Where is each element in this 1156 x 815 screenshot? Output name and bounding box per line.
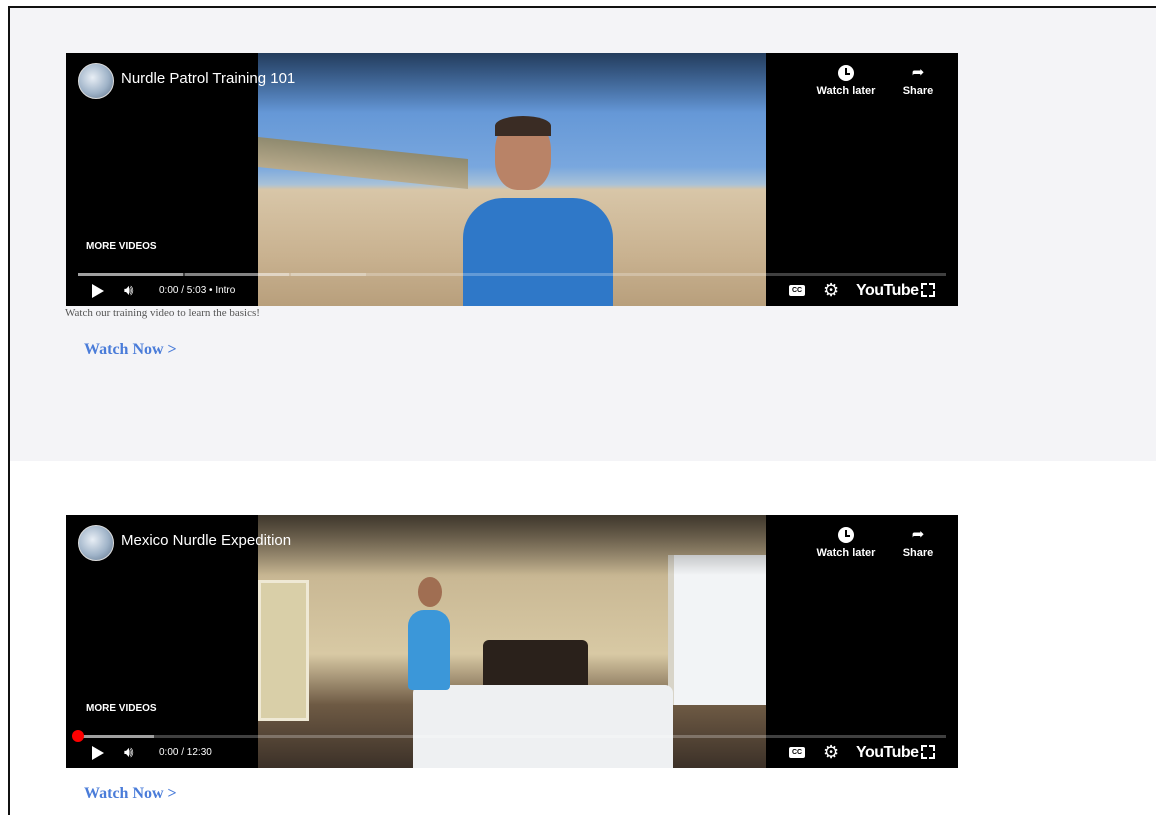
youtube-logo[interactable]: YouTube [856,744,919,762]
volume-icon[interactable]: 🔊︎ [124,282,133,299]
share-arrow-icon: ➦ [911,526,925,543]
window [668,555,766,705]
bed-headboard [483,640,588,690]
volume-icon[interactable]: 🔊︎ [124,744,133,761]
watch-later-button[interactable]: Watch later [811,527,881,559]
time-display: 0:00 / 5:03 • Intro [159,285,236,296]
channel-avatar[interactable] [78,63,114,99]
channel-avatar[interactable] [78,525,114,561]
share-arrow-icon: ➦ [911,64,925,81]
watch-later-label: Watch later [816,85,876,97]
video-player-1[interactable]: Nurdle Patrol Training 101 Watch later ➦… [66,53,958,306]
watch-now-link-1[interactable]: Watch Now > [84,341,177,359]
youtube-logo[interactable]: YouTube [856,282,919,300]
gear-icon[interactable]: ⚙ [823,742,839,763]
player-controls: 🔊︎ 0:00 / 12:30 CC ⚙ YouTube [66,738,958,768]
fullscreen-icon[interactable] [921,745,935,759]
share-label: Share [902,547,934,559]
player-controls: 🔊︎ 0:00 / 5:03 • Intro CC ⚙ YouTube [66,276,958,306]
watch-later-label: Watch later [816,547,876,559]
play-icon[interactable] [92,284,104,298]
sand-dune [258,136,468,190]
video-title[interactable]: Nurdle Patrol Training 101 [121,70,295,87]
captions-icon[interactable]: CC [789,747,805,758]
video-player-2[interactable]: Mexico Nurdle Expedition Watch later ➦ S… [66,515,958,768]
gear-icon[interactable]: ⚙ [823,280,839,301]
presenter-body [408,610,450,690]
fullscreen-icon[interactable] [921,283,935,297]
video-title[interactable]: Mexico Nurdle Expedition [121,532,291,549]
clock-icon [838,527,854,543]
more-videos-button[interactable]: MORE VIDEOS [86,241,157,252]
watch-now-link-2[interactable]: Watch Now > [84,785,177,803]
captions-icon[interactable]: CC [789,285,805,296]
time-display: 0:00 / 12:30 [159,747,212,758]
watch-later-button[interactable]: Watch later [811,65,881,97]
clock-icon [838,65,854,81]
share-button[interactable]: ➦ Share [896,526,940,560]
doorway [258,580,309,721]
play-icon[interactable] [92,746,104,760]
share-button[interactable]: ➦ Share [896,64,940,98]
share-label: Share [902,85,934,97]
more-videos-button[interactable]: MORE VIDEOS [86,703,157,714]
presenter-head [418,577,442,607]
presenter-hair [495,116,551,136]
video-caption: Watch our training video to learn the ba… [65,307,260,319]
